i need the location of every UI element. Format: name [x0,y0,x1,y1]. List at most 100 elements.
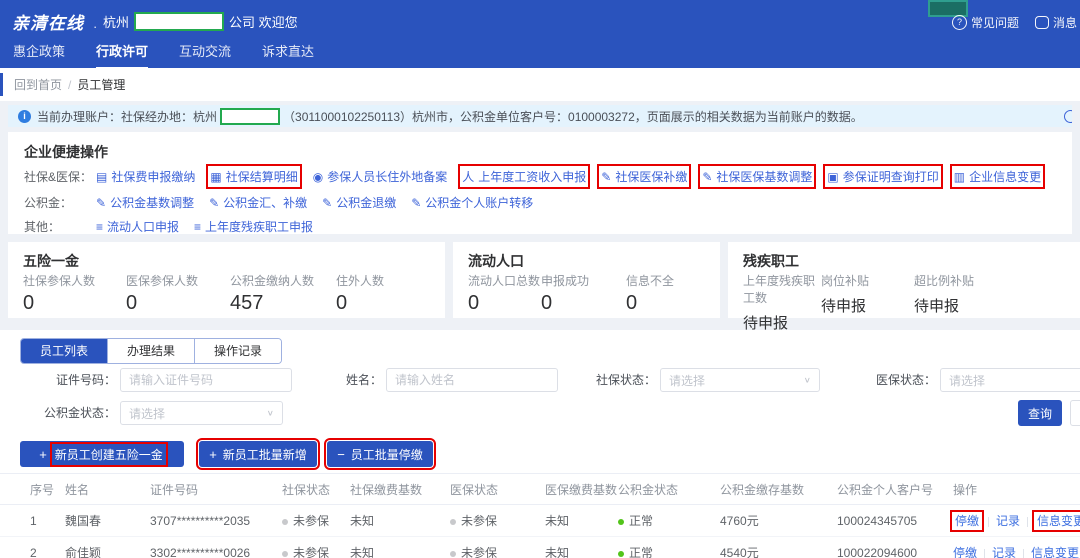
tab-handling-results[interactable]: 办理结果 [107,339,194,363]
link-label: 参保证明查询打印 [843,168,939,185]
link-label: 社保结算明细 [226,168,298,185]
link-fund-account-transfer[interactable]: ✎公积金个人账户转移 [411,194,533,211]
faq-link[interactable]: ? 常见问题 [952,14,1019,31]
button-label: 新员工创建五险一金 [53,445,165,464]
create-five-insurances-button[interactable]: + 新员工创建五险一金 [20,441,184,467]
batch-stop-payment-button[interactable]: − 员工批量停缴 [327,441,433,467]
col-social-base: 社保缴费基数 [350,474,450,505]
info-icon: i [18,110,31,123]
breadcrumb-back-link[interactable]: 回到首页 [14,76,62,93]
stop-payment-link[interactable]: 停缴 [953,513,981,529]
cell-fund-base: 4760元 [720,505,837,537]
id-number-label: 证件号码： [20,368,116,392]
link-label: 社保医保基数调整 [716,168,812,185]
search-button[interactable]: 查询 [1018,400,1062,426]
button-label: 新员工批量新增 [223,446,307,463]
faq-label: 常见问题 [971,14,1019,31]
action-separator [1027,517,1028,527]
row-label-other: 其他： [24,218,96,235]
fund-status-label: 公积金状态： [8,401,116,425]
cell-fund-status: 正常 [618,505,720,537]
stat-fund-payers: 公积金缴纳人数457 [230,272,336,315]
header-actions: ? 常见问题 消息 ⌂ [952,14,1080,31]
info-change-link[interactable]: 信息变更 [1031,546,1079,558]
card-title: 残疾职工 [743,251,799,271]
stat-label: 申报成功 [541,272,626,289]
link-social-medical-repay[interactable]: ✎ 社保医保补缴 [601,168,687,185]
cell-fund-base: 4540元 [720,537,837,558]
name-input[interactable] [386,368,558,392]
edit-icon: ✎ [601,170,611,184]
link-label: 公积金退缴 [336,194,396,211]
chevron-down-icon: ∨ [267,409,274,418]
link-social-settlement-detail[interactable]: ▦社保结算明细 [210,168,297,185]
card-items: 上年度残疾职工数待申报 岗位补贴待申报 超比例补贴待申报 [743,272,974,333]
cell-id-number: 3707**********2035 [150,505,282,537]
stat-card-disabled-employees: 残疾职工 上年度残疾职工数待申报 岗位补贴待申报 超比例补贴待申报 [728,242,1080,318]
id-number-input[interactable] [120,368,292,392]
nav-item-interaction[interactable]: 互动交流 [179,41,231,69]
messages-link[interactable]: 消息 [1035,14,1077,31]
select-placeholder: 请选择 [949,372,985,389]
record-link[interactable]: 记录 [996,514,1020,528]
stat-migrant-total: 流动人口总数0 [468,272,541,315]
reset-button[interactable]: 重置 [1070,400,1080,426]
stop-payment-link[interactable]: 停缴 [953,546,977,558]
link-disabled-employee-declare[interactable]: ≡上年度残疾职工申报 [194,218,313,235]
medical-status-label: 医保状态： [858,368,936,392]
col-name: 姓名 [65,474,150,505]
stat-value: 0 [541,292,626,315]
table-header-row: 序号 姓名 证件号码 社保状态 社保缴费基数 医保状态 医保缴费基数 公积金状态… [0,474,1080,505]
link-company-info-change[interactable]: ▥企业信息变更 [954,168,1041,185]
brand: 亲清在线 · 杭州 公司 欢迎您 [12,9,298,34]
notice-text-suffix: （3011000102250113）杭州市，公积金单位客户号：010000327… [283,108,863,125]
table-row: 2 俞佳颖 3302**********0026 未参保 未知 未参保 未知 正… [0,537,1080,558]
link-social-fee-declare[interactable]: ▤社保费申报缴纳 [96,168,195,185]
notice-text-prefix: 当前办理账户：社保经办地：杭州 [37,108,217,125]
redaction-box-company-name [134,12,224,31]
status-dot-green [618,519,624,525]
social-status-select[interactable]: 请选择 ∨ [660,368,820,392]
switch-account-link[interactable]: 切换账户 [1064,108,1072,125]
medical-status-select[interactable]: 请选择 ∨ [940,368,1080,392]
link-migrant-population-declare[interactable]: ≡流动人口申报 [96,218,179,235]
cell-name: 俞佳颖 [65,537,150,558]
link-fund-base-adjust[interactable]: ✎公积金基数调整 [96,194,194,211]
link-out-of-town-record[interactable]: ◉参保人员长住外地备案 [313,168,448,185]
breadcrumb-accent-bar [0,73,3,96]
info-change-link[interactable]: 信息变更 [1035,513,1080,529]
link-label: 公积金基数调整 [110,194,194,211]
record-link[interactable]: 记录 [992,546,1016,558]
main-nav: 惠企政策 行政许可 互动交流 诉求直达 [13,41,314,69]
nav-item-administrative-license[interactable]: 行政许可 [96,41,148,69]
status-dot-gray [282,519,288,525]
social-status-label: 社保状态： [578,368,656,392]
action-separator [984,549,985,558]
cell-medical-base: 未知 [545,537,618,558]
card-items: 社保参保人数0 医保参保人数0 公积金缴纳人数457 住外人数0 [23,272,384,315]
link-insurance-cert-print[interactable]: ▣参保证明查询打印 [827,168,938,185]
link-annual-salary-declare[interactable]: 人上年度工资收入申报 [462,168,586,185]
nav-item-policy[interactable]: 惠企政策 [13,41,65,69]
cell-social-status: 未参保 [282,537,350,558]
link-fund-refund[interactable]: ✎公积金退缴 [322,194,396,211]
col-fund-account: 公积金个人客户号 [837,474,953,505]
fund-status-select[interactable]: 请选择 ∨ [120,401,283,425]
link-social-medical-base-adjust[interactable]: ✎社保医保基数调整 [702,168,812,185]
status-text: 未参保 [461,546,497,558]
link-label: 社保医保补缴 [615,168,687,185]
tab-operation-records[interactable]: 操作记录 [194,339,281,363]
nav-item-appeal[interactable]: 诉求直达 [262,41,314,69]
employee-table: 序号 姓名 证件号码 社保状态 社保缴费基数 医保状态 医保缴费基数 公积金状态… [0,473,1080,558]
link-label: 公积金汇、补缴 [223,194,307,211]
tab-employee-list[interactable]: 员工列表 [21,339,107,363]
card-title: 五险一金 [23,251,79,271]
link-fund-remit-repay[interactable]: ✎公积金汇、补缴 [209,194,307,211]
cell-seq: 1 [0,505,65,537]
page-title: 员工管理 [77,76,125,93]
stat-value: 0 [468,292,541,315]
stat-value: 待申报 [914,295,974,316]
batch-add-employees-button[interactable]: + 新员工批量新增 [199,441,317,467]
company-city: 杭州 [103,12,129,31]
plus-icon: + [209,447,217,462]
